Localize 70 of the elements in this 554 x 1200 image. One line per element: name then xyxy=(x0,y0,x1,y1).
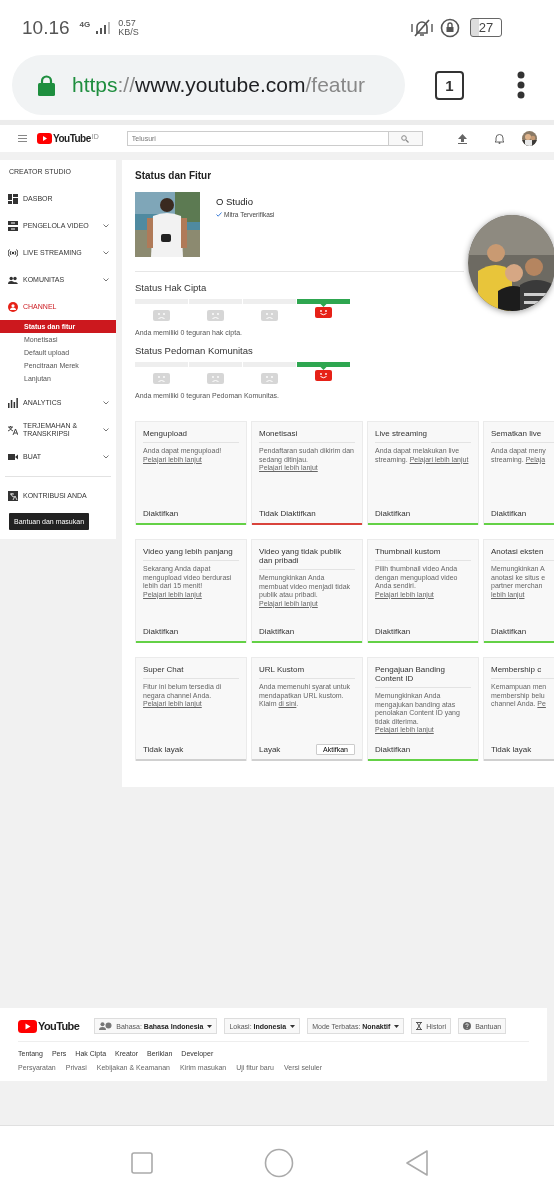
hourglass-icon xyxy=(416,1022,423,1030)
page-title: Status dan Fitur xyxy=(135,170,213,181)
card-status: Diaktifkan xyxy=(375,508,411,518)
speed-value: 0.57 xyxy=(118,18,137,28)
recents-icon[interactable] xyxy=(130,1152,153,1174)
channel-name: O Studio xyxy=(216,196,254,207)
card-status: Layak xyxy=(259,744,281,754)
lock-icon xyxy=(38,74,55,96)
card-title: Mengupload xyxy=(143,429,239,443)
card-status: Tidak layak xyxy=(491,744,532,754)
rotation-lock-icon xyxy=(440,17,460,38)
card-title: URL Kustom xyxy=(259,665,355,679)
frown-icon xyxy=(261,373,278,384)
video-list-icon xyxy=(8,220,18,231)
card-status: Diaktifkan xyxy=(143,508,179,518)
card-title: Super Chat xyxy=(143,665,239,679)
checkmark-icon xyxy=(216,212,222,217)
dashboard-icon xyxy=(8,193,18,204)
card-title: Live streaming xyxy=(375,429,471,443)
people-icon xyxy=(8,274,18,285)
tab-count-button[interactable]: 1 xyxy=(435,71,464,100)
search-button[interactable] xyxy=(388,131,423,146)
card-status: Tidak layak xyxy=(143,744,184,754)
translate-box-icon xyxy=(8,490,18,501)
battery-icon: 27 xyxy=(470,18,502,37)
video-camera-icon xyxy=(8,451,18,462)
signal-icon xyxy=(96,21,111,34)
card-status: Diaktifkan xyxy=(375,744,411,754)
people-icon xyxy=(99,1022,113,1030)
broadcast-icon xyxy=(8,247,18,258)
person-circle-icon xyxy=(8,301,18,312)
section-title: Status Pedoman Komunitas xyxy=(135,345,254,356)
card-title: Anotasi eksten xyxy=(491,547,554,561)
card-status: Tidak Diaktifkan xyxy=(259,508,316,518)
clock-time: 10.16 xyxy=(22,16,70,39)
card-status: Diaktifkan xyxy=(259,626,295,636)
card-status: Diaktifkan xyxy=(143,626,179,636)
card-title: Membership c xyxy=(491,665,554,679)
muted-bell-icon xyxy=(410,17,434,38)
frown-icon xyxy=(207,310,224,321)
frown-icon xyxy=(261,310,278,321)
translate-icon xyxy=(8,424,18,435)
frown-icon xyxy=(153,373,170,384)
frown-icon xyxy=(153,310,170,321)
smile-icon xyxy=(315,367,332,381)
card-title: Sematkan live xyxy=(491,429,554,443)
back-icon[interactable] xyxy=(404,1149,429,1177)
bell-icon[interactable] xyxy=(495,133,504,144)
network-type: 4G xyxy=(79,20,91,29)
card-title: Pengajuan Banding Content ID xyxy=(375,665,471,688)
upload-icon[interactable] xyxy=(458,133,467,144)
bar-chart-icon xyxy=(8,397,18,408)
speed-unit: KB/S xyxy=(118,27,139,37)
card-title: Thumbnail kustom xyxy=(375,547,471,561)
youtube-logo[interactable]: YouTube xyxy=(18,1019,80,1033)
frown-icon xyxy=(207,373,224,384)
smile-icon xyxy=(315,304,332,318)
home-icon[interactable] xyxy=(263,1148,294,1178)
card-status: Diaktifkan xyxy=(491,626,527,636)
card-status: Diaktifkan xyxy=(491,508,527,518)
card-title: Monetisasi xyxy=(259,429,355,443)
address-bar[interactable]: https://www.youtube.com/featur xyxy=(12,55,405,115)
card-title: Video yang tidak publik dan pribadi xyxy=(259,547,355,570)
card-status: Diaktifkan xyxy=(375,626,411,636)
card-title: Video yang lebih panjang xyxy=(143,547,239,561)
section-title: Status Hak Cipta xyxy=(135,282,208,293)
menu-icon[interactable] xyxy=(516,71,526,99)
help-icon xyxy=(463,1022,472,1030)
search-icon xyxy=(401,134,410,143)
hamburger-icon[interactable] xyxy=(18,135,27,142)
